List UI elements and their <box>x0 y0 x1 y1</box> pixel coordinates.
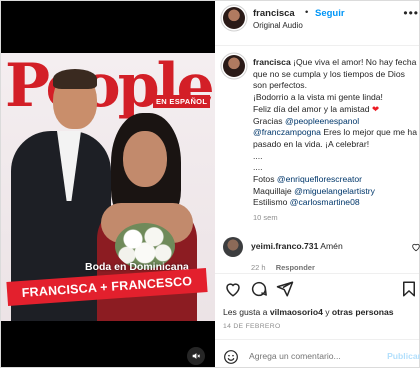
caption-timestamp[interactable]: 10 sem <box>253 213 278 222</box>
mute-button[interactable] <box>187 347 205 365</box>
caption-line: Gracias <box>253 115 283 126</box>
avatar[interactable] <box>223 55 245 77</box>
mention-link[interactable]: @franczampogna <box>253 127 321 137</box>
follow-button[interactable]: Seguir <box>315 8 345 19</box>
heart-icon <box>226 283 240 297</box>
emoji-icon[interactable] <box>223 349 239 365</box>
mention-link[interactable]: @peopleenespanol <box>285 116 359 126</box>
post-header: francisca • Seguir Original Audio ••• <box>223 6 419 32</box>
more-icon[interactable]: ••• <box>403 6 419 20</box>
comment-body: Amén <box>320 241 343 251</box>
divider <box>215 339 419 340</box>
mention-link[interactable]: @miguelangelartistry <box>294 186 375 196</box>
publish-button[interactable]: Publicar <box>387 351 420 361</box>
woman-face <box>123 131 167 187</box>
author-username[interactable]: francisca <box>253 8 295 19</box>
caption-text: francisca ¡Que viva el amor! No hay fech… <box>253 57 419 209</box>
caption-username[interactable]: francisca <box>253 57 291 67</box>
mention-link[interactable]: @enriqueflorescreator <box>277 174 362 184</box>
bookmark-icon <box>403 281 415 297</box>
share-icon <box>276 281 294 297</box>
comment-username[interactable]: yeimi.franco.731 <box>251 241 318 251</box>
en-espanol-badge: EN ESPAÑOL <box>153 95 211 108</box>
save-button[interactable] <box>399 279 419 299</box>
divider <box>215 45 419 46</box>
comment-timestamp[interactable]: 22 h <box>251 263 266 272</box>
like-button[interactable] <box>223 279 243 299</box>
caption-line: Feliz día del amor y la amistad <box>253 103 370 114</box>
likes-conjunction: y <box>325 307 330 317</box>
credit-label: Fotos <box>253 174 275 185</box>
add-comment-bar: Publicar <box>223 349 420 365</box>
heart-emoji: ❤ <box>371 103 380 114</box>
post-side-panel: francisca • Seguir Original Audio ••• fr… <box>215 1 420 367</box>
separator-dot: • <box>305 7 309 18</box>
caption-dots: .... <box>253 150 263 161</box>
magazine-cover-image: People EN ESPAÑOL Boda en Dominicana FRA… <box>1 53 215 321</box>
comment-text: yeimi.franco.731 Amén <box>251 241 343 251</box>
credit-label: Maquillaje <box>253 185 292 196</box>
liker-username[interactable]: vilmaosorio4 <box>270 307 323 317</box>
likes-prefix: Les gusta a <box>223 307 268 317</box>
comment-meta: 22 h Responder <box>251 263 315 272</box>
comment-input[interactable] <box>249 351 369 361</box>
likes-others-link[interactable]: otras personas <box>332 307 394 317</box>
caption-line: ¡Bodorrio a la vista mi gente linda! <box>253 92 383 103</box>
mute-icon <box>192 353 201 359</box>
comment-icon <box>251 281 267 297</box>
heart-icon[interactable] <box>411 242 420 252</box>
audio-link[interactable]: Original Audio <box>253 21 303 30</box>
credit-label: Estilismo <box>253 197 288 208</box>
post-date[interactable]: 14 DE FEBRERO <box>223 323 281 330</box>
divider <box>215 273 419 274</box>
action-bar <box>223 279 419 301</box>
reply-button[interactable]: Responder <box>276 263 315 272</box>
post-media[interactable]: People EN ESPAÑOL Boda en Dominicana FRA… <box>1 1 215 367</box>
share-button[interactable] <box>275 279 295 299</box>
avatar[interactable] <box>223 7 245 29</box>
avatar[interactable] <box>223 237 243 257</box>
post-dialog: People EN ESPAÑOL Boda en Dominicana FRA… <box>0 0 420 368</box>
man-hair <box>53 69 97 89</box>
likes-summary: Les gusta a vilmaosorio4 y otras persona… <box>223 307 420 317</box>
comment-button[interactable] <box>249 279 269 299</box>
mention-link[interactable]: @carlosmartine08 <box>290 197 360 207</box>
caption-dots: .... <box>253 162 263 173</box>
